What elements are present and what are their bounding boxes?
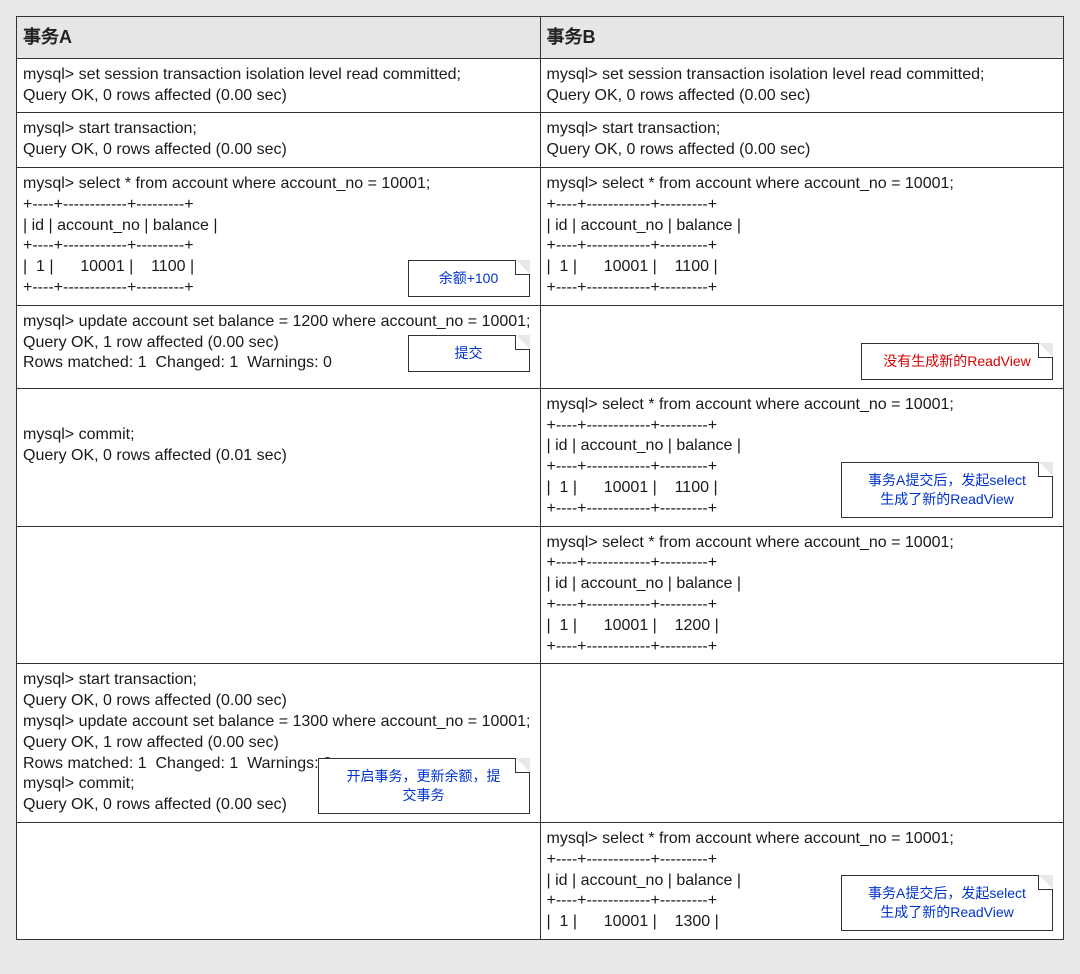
cell-transaction-b: mysql> set session transaction isolation… (540, 58, 1064, 113)
annotation-note: 事务A提交后，发起select 生成了新的ReadView (841, 462, 1053, 518)
cell-transaction-a: mysql> commit; Query OK, 0 rows affected… (17, 388, 541, 526)
cell-content: mysql> set session transaction isolation… (23, 65, 534, 107)
cell-transaction-a: mysql> start transaction; Query OK, 0 ro… (17, 664, 541, 823)
cell-transaction-b: mysql> select * from account where accou… (540, 526, 1064, 664)
table-row: mysql> start transaction; Query OK, 0 ro… (17, 664, 1064, 823)
cell-transaction-a: mysql> select * from account where accou… (17, 167, 541, 305)
cell-transaction-b: 没有生成新的ReadView (540, 305, 1064, 388)
annotation-note: 开启事务，更新余额，提 交事务 (318, 758, 530, 814)
cell-content: 没有生成新的ReadView (547, 312, 1058, 382)
header-transaction-b: 事务B (540, 17, 1064, 59)
cell-content: mysql> select * from account where accou… (547, 395, 1058, 520)
cell-content: mysql> start transaction; Query OK, 0 ro… (547, 119, 1058, 161)
cell-transaction-b (540, 664, 1064, 823)
table-row: mysql> set session transaction isolation… (17, 58, 1064, 113)
annotation-note: 没有生成新的ReadView (861, 343, 1053, 380)
cell-content: mysql> select * from account where accou… (547, 829, 1058, 933)
cell-content: mysql> select * from account where accou… (547, 533, 1058, 658)
table-row: mysql> start transaction; Query OK, 0 ro… (17, 113, 1064, 168)
cell-content: mysql> select * from account where accou… (23, 174, 534, 299)
transaction-comparison-table: 事务A 事务B mysql> set session transaction i… (16, 16, 1064, 940)
cell-content: mysql> start transaction; Query OK, 0 ro… (23, 119, 534, 161)
cell-transaction-b: mysql> select * from account where accou… (540, 388, 1064, 526)
cell-content: mysql> select * from account where accou… (547, 174, 1058, 299)
cell-transaction-a (17, 526, 541, 664)
table-row: mysql> select * from account where accou… (17, 822, 1064, 939)
cell-transaction-b: mysql> select * from account where accou… (540, 822, 1064, 939)
table-row: mysql> select * from account where accou… (17, 526, 1064, 664)
cell-content (547, 670, 1058, 686)
header-transaction-a: 事务A (17, 17, 541, 59)
annotation-note: 提交 (408, 335, 530, 372)
cell-transaction-a: mysql> set session transaction isolation… (17, 58, 541, 113)
table-row: mysql> update account set balance = 1200… (17, 305, 1064, 388)
cell-content: mysql> start transaction; Query OK, 0 ro… (23, 670, 534, 816)
annotation-note: 事务A提交后，发起select 生成了新的ReadView (841, 875, 1053, 931)
cell-transaction-a: mysql> start transaction; Query OK, 0 ro… (17, 113, 541, 168)
cell-content (23, 533, 534, 549)
cell-content: mysql> commit; Query OK, 0 rows affected… (23, 395, 534, 467)
cell-content: mysql> set session transaction isolation… (547, 65, 1058, 107)
table-row: mysql> commit; Query OK, 0 rows affected… (17, 388, 1064, 526)
cell-transaction-a (17, 822, 541, 939)
annotation-note: 余额+100 (408, 260, 530, 297)
cell-transaction-b: mysql> select * from account where accou… (540, 167, 1064, 305)
cell-content: mysql> update account set balance = 1200… (23, 312, 534, 374)
table-row: mysql> select * from account where accou… (17, 167, 1064, 305)
cell-transaction-a: mysql> update account set balance = 1200… (17, 305, 541, 388)
cell-content (23, 829, 534, 845)
cell-transaction-b: mysql> start transaction; Query OK, 0 ro… (540, 113, 1064, 168)
